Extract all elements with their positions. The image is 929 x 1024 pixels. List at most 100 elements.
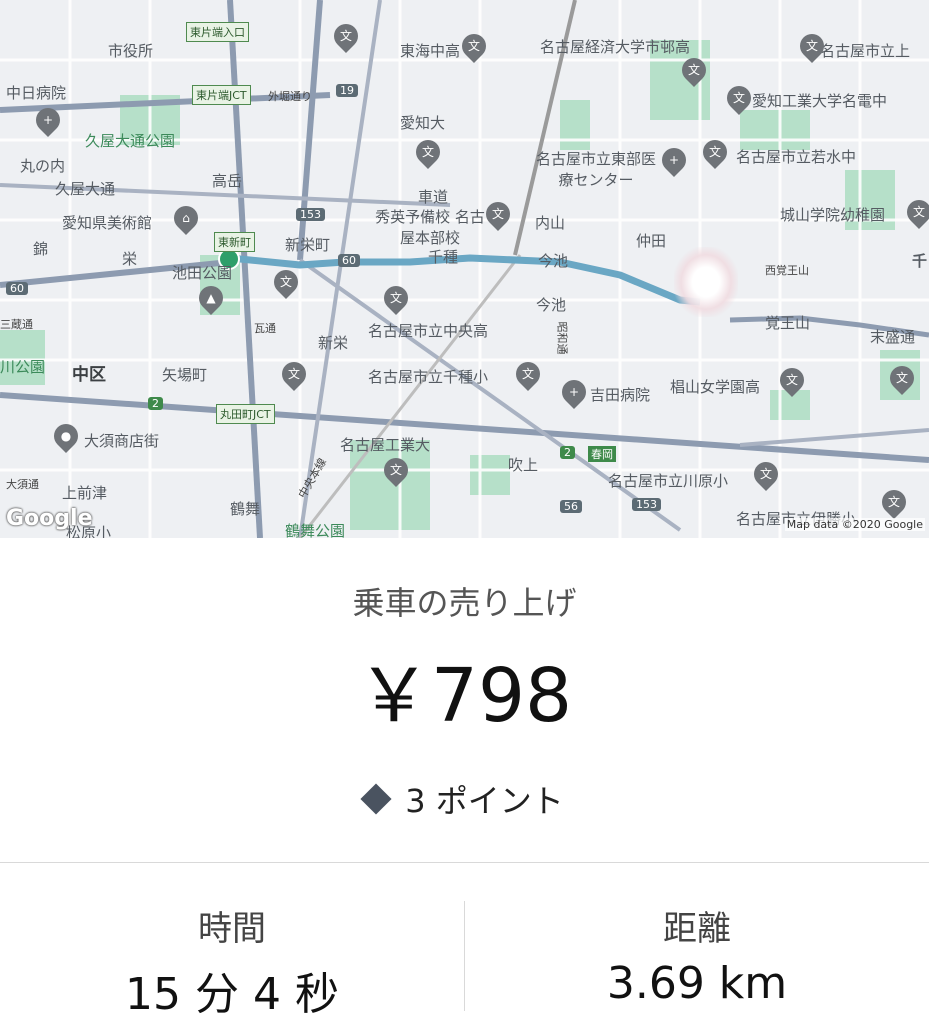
school-icon: 文 xyxy=(411,135,445,169)
map-label: 新栄町 xyxy=(285,236,331,254)
map-label: 丸の内 xyxy=(20,157,66,175)
school-icon: 文 xyxy=(698,135,732,169)
diamond-icon xyxy=(360,783,392,815)
map-label: 吹上 xyxy=(508,456,539,474)
map-label: 市役所 xyxy=(108,42,154,60)
map-label: 内山 xyxy=(535,214,566,232)
school-icon: 文 xyxy=(749,457,783,491)
school-icon: 文 xyxy=(795,29,829,63)
map-label: 高岳 xyxy=(212,172,243,190)
map-label: 瓦通 xyxy=(254,322,276,335)
map-copyright: Map data ©2020 Google xyxy=(784,518,925,531)
time-label: 時間 xyxy=(198,909,266,949)
map-label: 大須商店街 xyxy=(84,432,160,450)
map-label: 車道 xyxy=(418,188,449,206)
map-label: 城山学院幼稚園 xyxy=(780,206,886,224)
school-icon: 文 xyxy=(722,81,756,115)
map-label: 名古屋市立川原小 xyxy=(608,472,729,490)
trip-stats: 時間 15 分 4 秒 距離 3.69 km xyxy=(0,863,929,1024)
google-logo: Google xyxy=(6,506,93,531)
map-label: 東片端入口 xyxy=(186,22,249,42)
route-map[interactable]: 市役所 中日病院 久屋大通公園 丸の内 久屋大通 高岳 愛知県美術館 錦 栄 池… xyxy=(0,0,929,538)
route-number: 2 xyxy=(148,397,163,410)
map-label: 外堀通り xyxy=(268,90,312,103)
school-icon: 文 xyxy=(902,195,929,229)
map-label: 末盛通 xyxy=(870,328,916,346)
route-number: 56 xyxy=(560,500,582,513)
map-label: 錦 xyxy=(33,240,49,258)
hospital-icon: + xyxy=(557,375,591,409)
map-label: 愛知県美術館 xyxy=(62,214,153,232)
map-label: 名古屋市立千種小 xyxy=(368,368,489,386)
park-area xyxy=(470,455,510,495)
map-label: 今池 xyxy=(538,252,569,270)
school-icon: 文 xyxy=(277,357,311,391)
map-label: 名古屋工業大 xyxy=(340,436,431,454)
school-icon: 文 xyxy=(677,53,711,87)
park-area xyxy=(560,100,590,150)
school-icon: 文 xyxy=(885,361,919,395)
distance-stat: 距離 3.69 km xyxy=(465,863,929,1024)
school-icon: 文 xyxy=(877,485,911,519)
school-icon: 文 xyxy=(269,265,303,299)
map-label: 東新町 xyxy=(214,232,255,252)
map-label: 西覚王山 xyxy=(765,264,809,277)
map-label: 春岡 xyxy=(588,446,616,462)
map-label: 今池 xyxy=(536,296,567,314)
map-label: 東海中高 xyxy=(400,42,461,60)
map-label: 名古屋市立中央高 xyxy=(368,322,489,340)
map-label: 丸田町JCT xyxy=(216,404,275,424)
distance-value: 3.69 km xyxy=(606,958,788,1009)
shopping-icon: ● xyxy=(49,419,83,453)
points-row: 3 ポイント xyxy=(0,776,929,822)
map-label: 川公園 xyxy=(0,358,46,376)
school-icon: 文 xyxy=(775,363,809,397)
map-label: 昭和通 xyxy=(555,321,569,355)
map-label: 名古屋市立上 xyxy=(820,42,911,60)
map-label: 東片端JCT xyxy=(192,85,251,105)
distance-label: 距離 xyxy=(663,909,731,949)
school-icon: 文 xyxy=(511,357,545,391)
earnings-amount: ￥798 xyxy=(356,653,573,739)
map-label: 池田公園 xyxy=(172,264,233,282)
map-label: 名古屋市立東部医療センター xyxy=(535,150,656,189)
school-icon: 文 xyxy=(329,19,363,53)
map-label: 千 xyxy=(912,252,928,270)
hospital-icon: + xyxy=(31,103,65,137)
trip-earnings-summary: 乗車の売り上げ ￥798 3 ポイント xyxy=(0,538,929,863)
map-label: 秀英予備校 名古屋本部校 xyxy=(375,208,485,247)
map-label: 愛知工業大学名電中 xyxy=(752,92,888,110)
route-number: 153 xyxy=(632,498,661,511)
museum-icon: ⌂ xyxy=(169,201,203,235)
route-number: 60 xyxy=(338,254,360,267)
route-number: 60 xyxy=(6,282,28,295)
school-icon: 文 xyxy=(379,453,413,487)
time-value: 15 分 4 秒 xyxy=(125,969,339,1020)
park-area xyxy=(740,110,810,150)
school-icon: 文 xyxy=(379,281,413,315)
map-label: 矢場町 xyxy=(162,366,208,384)
map-label: 仲田 xyxy=(636,232,667,250)
map-label: 名古屋経済大学市邨高 xyxy=(540,38,691,56)
points-label: 3 ポイント xyxy=(405,782,564,820)
map-label: 愛知大 xyxy=(400,114,446,132)
map-label: 上前津 xyxy=(62,484,108,502)
destination-marker xyxy=(674,247,738,317)
map-label: 大須通 xyxy=(6,478,39,491)
monument-icon: ▲ xyxy=(194,281,228,315)
route-number: 19 xyxy=(336,84,358,97)
earnings-label: 乗車の売り上げ xyxy=(352,584,577,622)
map-label: 中区 xyxy=(72,365,106,385)
map-label: 鶴舞公園 xyxy=(285,522,346,538)
time-stat: 時間 15 分 4 秒 xyxy=(0,863,464,1024)
map-label: 久屋大通 xyxy=(55,180,116,198)
school-icon: 文 xyxy=(457,29,491,63)
map-label: 鶴舞 xyxy=(230,500,261,518)
map-label: 椙山女学園高 xyxy=(670,378,761,396)
map-label: 中日病院 xyxy=(6,84,67,102)
map-label: 吉田病院 xyxy=(590,386,651,404)
route-number: 2 xyxy=(560,446,575,459)
map-label: 覚王山 xyxy=(765,314,811,332)
school-icon: 文 xyxy=(481,197,515,231)
map-label: 千種 xyxy=(428,248,459,266)
